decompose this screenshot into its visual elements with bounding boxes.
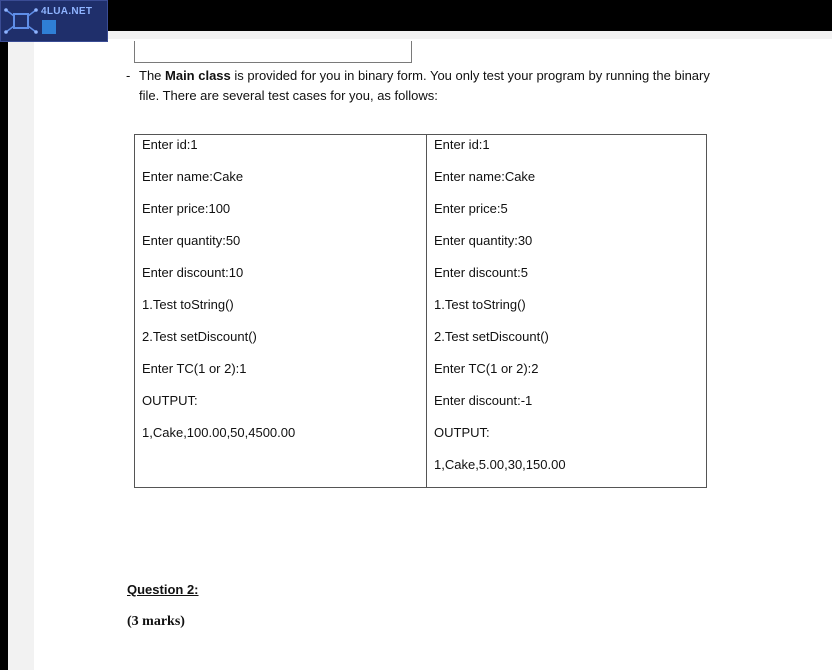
- intro-text: The Main class is provided for you in bi…: [139, 66, 724, 106]
- intro-bold-term: Main class: [165, 68, 231, 83]
- tc1-line: Enter TC(1 or 2):1: [142, 361, 247, 376]
- tc2-line: Enter discount:-1: [434, 393, 533, 408]
- site-logo: 4LUA.NET: [0, 0, 108, 42]
- tc2-line: OUTPUT:: [434, 425, 490, 440]
- logo-text: 4LUA.NET: [41, 6, 93, 17]
- tc2-line: 1.Test toString(): [434, 297, 526, 312]
- tc2-line: Enter TC(1 or 2):2: [434, 361, 539, 376]
- tc2-line: Enter quantity:30: [434, 233, 533, 248]
- logo-mark-icon: [42, 20, 56, 34]
- top-bar: [0, 0, 832, 31]
- tc2-line: 1,Cake,5.00,30,150.00: [434, 457, 566, 472]
- tc1-line: 1,Cake,100.00,50,4500.00: [142, 425, 296, 440]
- tc2-line: Enter price:5: [434, 201, 508, 216]
- intro-prefix: The: [139, 68, 166, 83]
- tc2-line: 2.Test setDiscount(): [434, 329, 549, 344]
- tc1-line: Enter name:Cake: [142, 169, 244, 184]
- test-case-2-cell: Enter id:1 Enter name:Cake Enter price:5…: [426, 134, 707, 488]
- tc2-line: Enter discount:5: [434, 265, 528, 280]
- tc1-line: OUTPUT:: [142, 393, 198, 408]
- tc1-line: Enter quantity:50: [142, 233, 241, 248]
- previous-table-cell: [134, 41, 412, 63]
- tc2-line: Enter id:1: [434, 137, 490, 152]
- tc2-line: Enter name:Cake: [434, 169, 536, 184]
- tc1-line: Enter discount:10: [142, 265, 244, 280]
- question-marks: (3 marks): [127, 614, 185, 629]
- tc1-line: 1.Test toString(): [142, 297, 234, 312]
- test-case-table: Enter id:1 Enter name:Cake Enter price:1…: [134, 134, 707, 488]
- question-heading: Question 2:: [127, 582, 199, 597]
- circuit-icon: [4, 8, 38, 34]
- left-border: [0, 0, 8, 670]
- test-case-1-cell: Enter id:1 Enter name:Cake Enter price:1…: [134, 134, 427, 488]
- tc1-line: 2.Test setDiscount(): [142, 329, 257, 344]
- tc1-line: Enter price:100: [142, 201, 231, 216]
- tc1-line: Enter id:1: [142, 137, 198, 152]
- bullet-dash: -: [126, 68, 131, 83]
